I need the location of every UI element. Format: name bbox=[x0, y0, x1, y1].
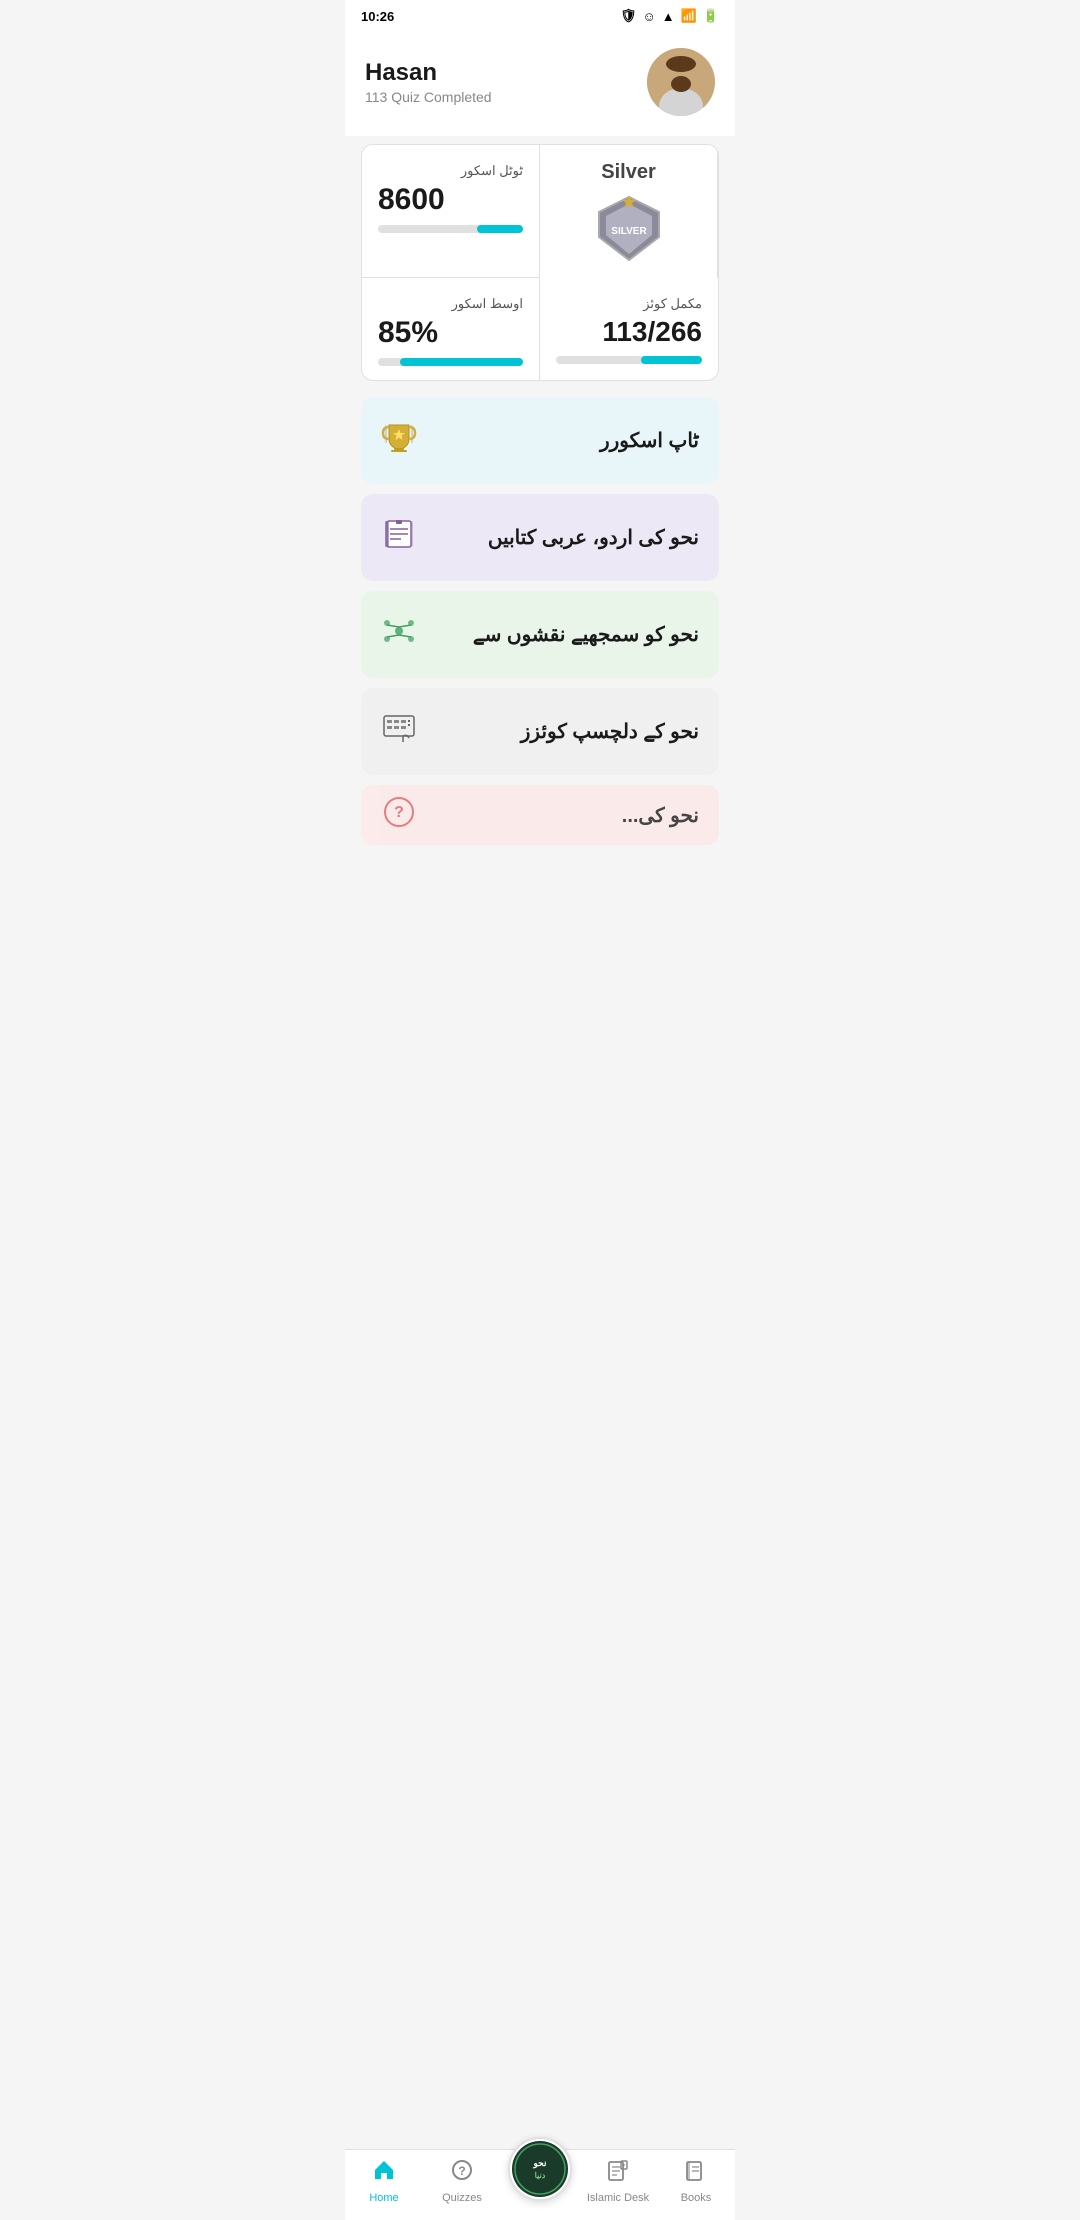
total-score-label: ٹوٹل اسکور bbox=[378, 163, 523, 179]
completed-quizzes-label: مکمل کوئز bbox=[556, 296, 702, 312]
books-nav-label: Books bbox=[681, 2192, 712, 2204]
home-label: Home bbox=[369, 2192, 398, 2204]
total-score-value: 8600 bbox=[378, 183, 523, 217]
average-score-value: 85% bbox=[378, 316, 523, 350]
diagrams-label: نحو کو سمجھیے نقشوں سے bbox=[473, 622, 699, 647]
svg-text:?: ? bbox=[394, 804, 404, 821]
quizzes-icon: ? bbox=[450, 2158, 474, 2188]
shield-icon: 🛡 bbox=[620, 8, 637, 24]
nav-books[interactable]: Books bbox=[657, 2158, 735, 2204]
svg-text:?: ? bbox=[458, 2164, 465, 2178]
interesting-quizzes-label: نحو کے دلچسپ کوئزز bbox=[521, 719, 699, 744]
battery-icon: 🔋 bbox=[703, 8, 719, 24]
average-score-cell: اوسط اسکور 85% bbox=[362, 278, 540, 380]
top-scorers-card[interactable]: ٹاپ اسکورر bbox=[361, 397, 719, 484]
total-score-cell: ٹوٹل اسکور 8600 bbox=[362, 145, 540, 278]
completed-quizzes-value: 113/266 bbox=[556, 316, 702, 348]
avatar bbox=[647, 48, 715, 116]
islamic-desk-icon bbox=[606, 2158, 630, 2188]
top-scorers-icon bbox=[381, 419, 417, 462]
svg-text:دنیا: دنیا bbox=[535, 2171, 546, 2180]
stats-grid: ٹوٹل اسکور 8600 Silver SILVER اوسط اسکور… bbox=[361, 144, 719, 381]
books-icon bbox=[381, 516, 417, 559]
home-icon bbox=[372, 2158, 396, 2188]
total-score-progress-fill bbox=[477, 225, 523, 233]
partial-label: نحو کی... bbox=[622, 803, 699, 828]
nav-islamic-desk[interactable]: Islamic Desk bbox=[579, 2158, 657, 2204]
center-button[interactable]: نحو دنیا bbox=[508, 2137, 572, 2201]
wifi-icon: ▲ bbox=[662, 9, 675, 24]
silver-badge-icon: SILVER bbox=[594, 192, 664, 262]
top-scorers-label: ٹاپ اسکورر bbox=[600, 428, 699, 453]
completed-quizzes-cell: مکمل کوئز 113/266 bbox=[540, 278, 718, 380]
average-score-progress-bg bbox=[378, 358, 523, 366]
partial-icon: ? bbox=[381, 794, 417, 837]
quiz-completed: 113 Quiz Completed bbox=[365, 89, 492, 105]
interesting-quizzes-icon bbox=[381, 710, 417, 753]
menu-section: ٹاپ اسکورر نحو کی اردو، عربی کتابیں bbox=[345, 389, 735, 945]
signal-icon: 📶 bbox=[681, 8, 697, 24]
bottom-nav: Home ? Quizzes نحو دنیا bbox=[345, 2149, 735, 2220]
diagrams-card[interactable]: نحو کو سمجھیے نقشوں سے bbox=[361, 591, 719, 678]
svg-text:SILVER: SILVER bbox=[611, 226, 647, 237]
nav-center[interactable]: نحو دنیا bbox=[501, 2161, 579, 2201]
silver-label: Silver bbox=[601, 161, 655, 184]
interesting-quizzes-card[interactable]: نحو کے دلچسپ کوئزز bbox=[361, 688, 719, 775]
average-score-progress-fill bbox=[400, 358, 523, 366]
nav-home[interactable]: Home bbox=[345, 2158, 423, 2204]
status-icons: 🛡 ☺ ▲ 📶 🔋 bbox=[620, 8, 719, 24]
center-logo: نحو دنیا bbox=[512, 2141, 568, 2197]
average-score-label: اوسط اسکور bbox=[378, 296, 523, 312]
header-section: Hasan 113 Quiz Completed bbox=[345, 32, 735, 136]
total-score-progress-bg bbox=[378, 225, 523, 233]
islamic-desk-label: Islamic Desk bbox=[587, 2192, 649, 2204]
diagrams-icon bbox=[381, 613, 417, 656]
face-id-icon: ☺ bbox=[642, 9, 655, 24]
status-bar: 10:26 🛡 ☺ ▲ 📶 🔋 bbox=[345, 0, 735, 32]
partial-card[interactable]: نحو کی... ? bbox=[361, 785, 719, 845]
user-info: Hasan 113 Quiz Completed bbox=[365, 59, 492, 105]
svg-text:نحو: نحو bbox=[533, 2158, 547, 2169]
status-time: 10:26 bbox=[361, 9, 394, 24]
books-label: نحو کی اردو، عربی کتابیں bbox=[488, 525, 699, 550]
user-name: Hasan bbox=[365, 59, 492, 87]
completed-quizzes-progress-bg bbox=[556, 356, 702, 364]
completed-quizzes-progress-fill bbox=[641, 356, 702, 364]
nav-quizzes[interactable]: ? Quizzes bbox=[423, 2158, 501, 2204]
quizzes-label: Quizzes bbox=[442, 2192, 482, 2204]
silver-badge-cell: Silver SILVER bbox=[540, 145, 718, 278]
books-nav-icon bbox=[684, 2158, 708, 2188]
books-card[interactable]: نحو کی اردو، عربی کتابیں bbox=[361, 494, 719, 581]
